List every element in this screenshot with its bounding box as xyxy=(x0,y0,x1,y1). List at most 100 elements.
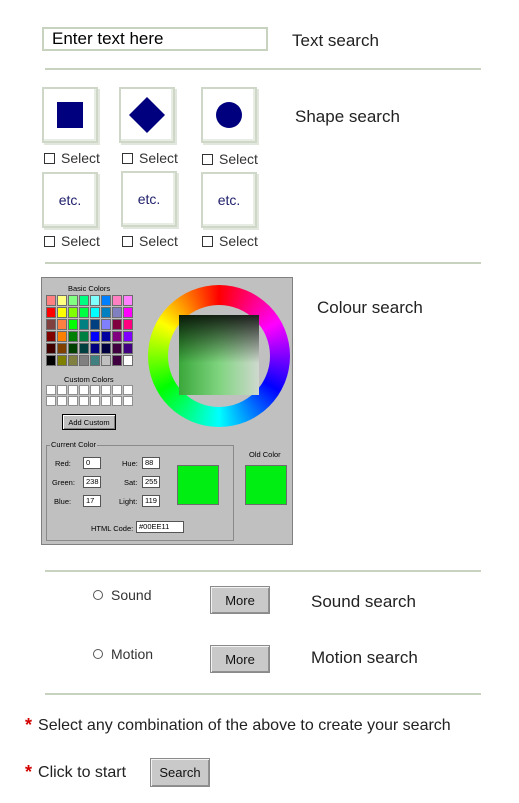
basic-color-swatch[interactable] xyxy=(90,331,100,342)
search-button[interactable]: Search xyxy=(150,758,210,787)
basic-color-swatch[interactable] xyxy=(101,343,111,354)
select-checkbox-square[interactable]: Select xyxy=(44,150,100,166)
basic-color-swatch[interactable] xyxy=(112,295,122,306)
basic-color-swatch[interactable] xyxy=(112,319,122,330)
sound-more-button[interactable]: More xyxy=(210,586,270,614)
basic-color-swatch[interactable] xyxy=(90,295,100,306)
basic-color-swatch[interactable] xyxy=(57,331,67,342)
checkbox-icon xyxy=(44,235,55,247)
basic-color-swatch[interactable] xyxy=(46,307,56,318)
basic-color-swatch[interactable] xyxy=(123,331,133,342)
motion-search-label: Motion search xyxy=(311,648,418,667)
shape-diamond-tile[interactable] xyxy=(119,87,175,143)
custom-color-swatch[interactable] xyxy=(101,396,111,406)
shape-etc-tile-3[interactable]: etc. xyxy=(201,172,257,228)
light-label: Light: xyxy=(119,497,138,506)
basic-color-swatch[interactable] xyxy=(101,355,111,366)
sat-field[interactable]: 255 xyxy=(142,476,160,488)
basic-color-swatch[interactable] xyxy=(101,307,111,318)
custom-color-swatch[interactable] xyxy=(112,396,122,406)
start-note: * Click to start xyxy=(25,762,127,782)
basic-color-swatch[interactable] xyxy=(68,331,78,342)
custom-color-swatch[interactable] xyxy=(79,396,89,406)
motion-more-button[interactable]: More xyxy=(210,645,270,673)
basic-color-swatch[interactable] xyxy=(68,343,78,354)
basic-color-swatch[interactable] xyxy=(68,319,78,330)
basic-color-swatch[interactable] xyxy=(57,307,67,318)
basic-color-swatch[interactable] xyxy=(90,343,100,354)
basic-color-swatch[interactable] xyxy=(79,331,89,342)
basic-color-swatch[interactable] xyxy=(68,307,78,318)
html-code-label: HTML Code: xyxy=(91,524,134,533)
select-checkbox-diamond[interactable]: Select xyxy=(122,150,178,166)
basic-color-swatch[interactable] xyxy=(57,355,67,366)
custom-color-swatch[interactable] xyxy=(46,396,56,406)
custom-color-swatch[interactable] xyxy=(112,385,122,395)
custom-color-swatch[interactable] xyxy=(101,385,111,395)
hue-field[interactable]: 88 xyxy=(142,457,160,469)
basic-color-swatch[interactable] xyxy=(46,355,56,366)
custom-color-swatch[interactable] xyxy=(68,396,78,406)
basic-color-swatch[interactable] xyxy=(101,295,111,306)
text-search-input[interactable] xyxy=(42,27,268,51)
checkbox-icon xyxy=(202,153,213,165)
basic-color-swatch[interactable] xyxy=(46,331,56,342)
basic-color-swatch[interactable] xyxy=(79,343,89,354)
red-field[interactable]: 0 xyxy=(83,457,101,469)
custom-color-swatch[interactable] xyxy=(90,385,100,395)
custom-color-swatch[interactable] xyxy=(79,385,89,395)
color-picker-dialog: Basic Colors Custom Colors Add Custom Cu… xyxy=(41,277,293,545)
basic-color-swatch[interactable] xyxy=(112,355,122,366)
basic-color-swatch[interactable] xyxy=(46,319,56,330)
basic-color-swatch[interactable] xyxy=(57,319,67,330)
basic-color-swatch[interactable] xyxy=(79,319,89,330)
shape-circle-tile[interactable] xyxy=(201,87,257,143)
light-field[interactable]: 119 xyxy=(142,495,160,507)
custom-color-swatch[interactable] xyxy=(123,385,133,395)
basic-color-swatch[interactable] xyxy=(79,295,89,306)
html-code-field[interactable]: #00EE11 xyxy=(136,521,184,533)
checkbox-icon xyxy=(44,152,55,164)
sound-radio[interactable]: Sound xyxy=(93,587,151,603)
add-custom-button[interactable]: Add Custom xyxy=(62,414,116,430)
custom-color-swatch[interactable] xyxy=(90,396,100,406)
basic-color-swatch[interactable] xyxy=(46,343,56,354)
blue-field[interactable]: 17 xyxy=(83,495,101,507)
motion-radio[interactable]: Motion xyxy=(93,646,153,662)
basic-color-swatch[interactable] xyxy=(90,355,100,366)
custom-color-swatch[interactable] xyxy=(68,385,78,395)
basic-color-swatch[interactable] xyxy=(101,319,111,330)
basic-color-swatch[interactable] xyxy=(68,295,78,306)
basic-color-swatch[interactable] xyxy=(90,319,100,330)
basic-color-swatch[interactable] xyxy=(123,295,133,306)
custom-color-swatch[interactable] xyxy=(57,396,67,406)
custom-color-swatch[interactable] xyxy=(57,385,67,395)
basic-color-swatch[interactable] xyxy=(90,307,100,318)
select-checkbox-etc-2[interactable]: Select xyxy=(122,233,178,249)
basic-color-swatch[interactable] xyxy=(123,355,133,366)
custom-color-swatch[interactable] xyxy=(46,385,56,395)
basic-color-swatch[interactable] xyxy=(112,343,122,354)
basic-color-swatch[interactable] xyxy=(123,307,133,318)
basic-color-swatch[interactable] xyxy=(46,295,56,306)
shape-square-tile[interactable] xyxy=(42,87,98,143)
basic-color-swatch[interactable] xyxy=(57,343,67,354)
select-checkbox-etc-1[interactable]: Select xyxy=(44,233,100,249)
basic-color-swatch[interactable] xyxy=(112,307,122,318)
color-spectrum-square[interactable] xyxy=(179,315,259,395)
basic-color-swatch[interactable] xyxy=(57,295,67,306)
basic-color-swatch[interactable] xyxy=(123,319,133,330)
custom-color-swatch[interactable] xyxy=(123,396,133,406)
current-color-label: Current Color xyxy=(50,440,98,449)
green-field[interactable]: 238 xyxy=(83,476,101,488)
shape-etc-tile-1[interactable]: etc. xyxy=(42,172,98,228)
basic-color-swatch[interactable] xyxy=(68,355,78,366)
basic-color-swatch[interactable] xyxy=(101,331,111,342)
select-checkbox-circle[interactable]: Select xyxy=(202,151,258,167)
basic-color-swatch[interactable] xyxy=(123,343,133,354)
basic-color-swatch[interactable] xyxy=(79,355,89,366)
basic-color-swatch[interactable] xyxy=(79,307,89,318)
select-checkbox-etc-3[interactable]: Select xyxy=(202,233,258,249)
basic-color-swatch[interactable] xyxy=(112,331,122,342)
shape-etc-tile-2[interactable]: etc. xyxy=(121,171,177,227)
